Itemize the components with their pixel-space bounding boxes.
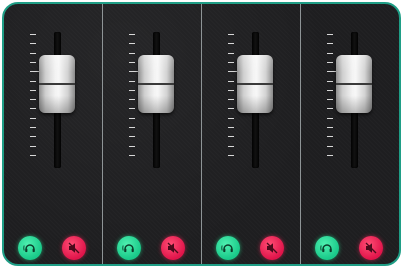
scale-tick xyxy=(327,145,333,147)
fader-knob[interactable] xyxy=(237,54,273,113)
scale-tick xyxy=(30,136,36,138)
speaker-muted-icon xyxy=(364,241,378,255)
scale-tick xyxy=(129,117,135,119)
scale-tick xyxy=(228,136,234,138)
scale-tick xyxy=(327,89,333,91)
headphones-icon xyxy=(221,241,235,255)
scale-tick xyxy=(30,34,36,35)
scale-tick xyxy=(228,127,234,128)
scale-tick xyxy=(327,43,333,45)
scale-tick xyxy=(30,61,36,63)
fader-knob-line xyxy=(39,82,75,85)
speaker-muted-icon xyxy=(67,241,81,255)
scale-tick xyxy=(327,136,333,138)
fader-knob[interactable] xyxy=(39,54,75,113)
scale-tick xyxy=(228,108,234,110)
headphones-icon xyxy=(122,241,136,255)
scale-tick xyxy=(228,80,234,82)
scale-tick xyxy=(327,61,333,63)
scale-tick xyxy=(129,89,135,91)
fader-knob-line xyxy=(336,82,372,85)
scale-tick xyxy=(129,99,135,101)
mute-button[interactable] xyxy=(359,236,383,260)
scale-tick xyxy=(129,145,135,147)
scale-tick xyxy=(30,154,36,156)
scale-tick xyxy=(228,99,234,101)
scale-tick xyxy=(129,52,135,54)
scale-tick xyxy=(129,80,135,82)
scale-tick xyxy=(129,34,135,35)
scale-tick xyxy=(129,136,135,138)
scale-tick xyxy=(228,89,234,91)
scale-tick xyxy=(327,154,333,156)
scale-tick xyxy=(228,43,234,45)
fader-knob-line xyxy=(237,82,273,85)
mute-button[interactable] xyxy=(62,236,86,260)
scale-tick xyxy=(30,89,36,91)
channel-strips xyxy=(4,4,399,264)
scale-tick xyxy=(228,52,234,54)
scale-tick xyxy=(327,34,333,35)
scale-tick xyxy=(327,127,333,128)
scale-tick xyxy=(228,61,234,63)
channel-strip-1 xyxy=(4,4,103,264)
speaker-muted-icon xyxy=(166,241,180,255)
scale-tick xyxy=(327,52,333,54)
speaker-muted-icon xyxy=(265,241,279,255)
mute-button[interactable] xyxy=(161,236,185,260)
scale-tick xyxy=(30,80,36,82)
scale-tick xyxy=(129,154,135,156)
scale-tick xyxy=(30,127,36,128)
scale-tick xyxy=(327,99,333,101)
scale-tick xyxy=(129,108,135,110)
scale-tick xyxy=(30,145,36,147)
listen-button[interactable] xyxy=(117,236,141,260)
scale-tick xyxy=(129,61,135,63)
listen-button[interactable] xyxy=(18,236,42,260)
channel-strip-2 xyxy=(103,4,202,264)
headphones-icon xyxy=(320,241,334,255)
channel-strip-4 xyxy=(301,4,399,264)
scale-tick xyxy=(30,43,36,45)
mute-button[interactable] xyxy=(260,236,284,260)
headphones-icon xyxy=(23,241,37,255)
scale-tick xyxy=(30,99,36,101)
fader-knob[interactable] xyxy=(336,54,372,113)
listen-button[interactable] xyxy=(216,236,240,260)
fader-knob-line xyxy=(138,82,174,85)
scale-tick xyxy=(327,108,333,110)
listen-button[interactable] xyxy=(315,236,339,260)
scale-tick xyxy=(129,127,135,128)
scale-tick xyxy=(30,108,36,110)
scale-tick xyxy=(30,52,36,54)
scale-tick xyxy=(228,145,234,147)
scale-tick xyxy=(30,117,36,119)
scale-tick xyxy=(228,117,234,119)
fader-knob[interactable] xyxy=(138,54,174,113)
channel-strip-3 xyxy=(202,4,301,264)
scale-tick xyxy=(228,34,234,35)
channel-mixer xyxy=(2,2,401,266)
scale-tick xyxy=(129,43,135,45)
scale-tick xyxy=(327,117,333,119)
scale-tick xyxy=(327,80,333,82)
scale-tick xyxy=(228,154,234,156)
